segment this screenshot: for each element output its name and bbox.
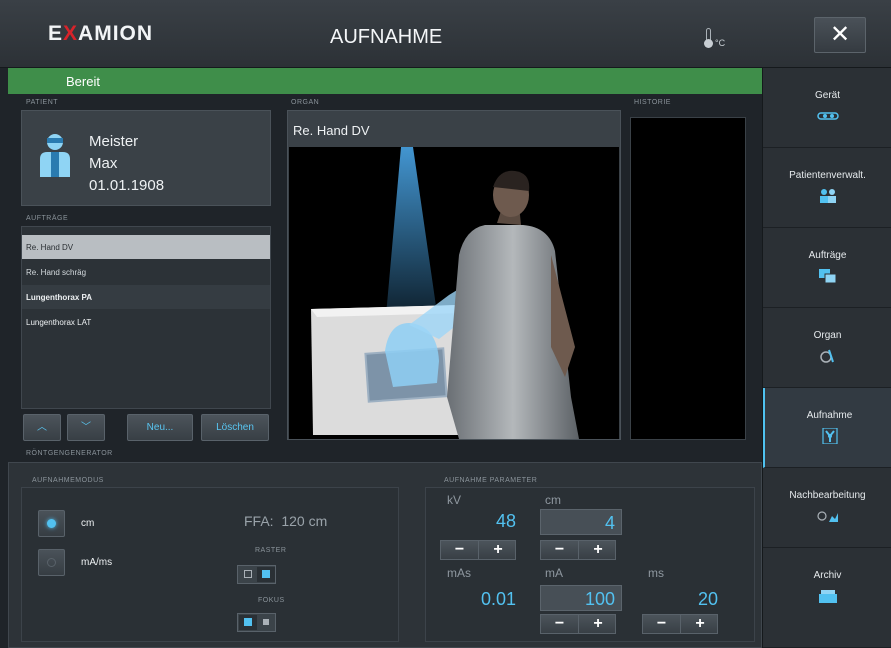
focus-large-option[interactable] xyxy=(239,615,257,630)
close-button[interactable]: ✕ xyxy=(814,17,866,53)
device-icon xyxy=(817,112,839,120)
sidebar-item-label: Patientenverwalt. xyxy=(789,170,866,181)
raster-off-option[interactable] xyxy=(239,567,257,582)
organ-positioning-image xyxy=(289,147,619,439)
delete-order-button[interactable]: Löschen xyxy=(201,414,269,441)
ms-decrease-button[interactable]: − xyxy=(643,615,681,633)
sidebar-item-device[interactable]: Gerät xyxy=(763,68,891,148)
ma-field[interactable]: 100 xyxy=(540,585,622,611)
ffa-readout: FFA: 120 cm xyxy=(244,513,327,529)
temperature-unit: °C xyxy=(715,38,726,48)
sidebar-item-acquisition[interactable]: Aufnahme xyxy=(763,388,891,468)
mode-cm-label: cm xyxy=(81,518,95,529)
orders-icon xyxy=(819,269,837,284)
radio-selected-dot xyxy=(47,519,56,528)
fokus-label: FOKUS xyxy=(258,597,285,604)
ma-decrease-button[interactable]: − xyxy=(541,615,579,633)
sidebar: Gerät Patientenverwalt. Aufträge Organ A… xyxy=(762,68,891,648)
patient-panel[interactable]: Meister Max 01.01.1908 xyxy=(21,110,271,206)
cm-label: cm xyxy=(545,493,561,507)
sidebar-item-label: Gerät xyxy=(814,90,840,101)
mode-mams-radio[interactable] xyxy=(38,549,65,576)
sidebar-item-label: Aufnahme xyxy=(806,410,853,421)
ma-value: 100 xyxy=(584,589,615,609)
status-bar: Bereit xyxy=(8,68,762,94)
raster-on-option[interactable] xyxy=(257,567,275,582)
sidebar-item-archive[interactable]: Archiv xyxy=(763,548,891,648)
sidebar-item-label: Nachbearbeitung xyxy=(789,490,866,501)
mas-label: mAs xyxy=(447,566,471,580)
archive-icon xyxy=(819,590,837,603)
top-bar: EXAMION AUFNAHME °C ✕ xyxy=(0,0,891,68)
ffa-label: FFA: xyxy=(244,513,274,529)
focus-small-option[interactable] xyxy=(257,615,275,630)
examion-logo: EXAMION xyxy=(48,22,154,45)
mode-mams-label: mA/ms xyxy=(81,557,113,568)
kv-label: kV xyxy=(447,493,462,507)
sidebar-item-postprocessing[interactable]: Nachbearbeitung xyxy=(763,468,891,548)
sidebar-item-label: Organ xyxy=(813,330,842,341)
ma-stepper: − + xyxy=(540,614,616,634)
order-item-hand-oblique[interactable]: Re. Hand schräg xyxy=(22,260,270,284)
radio-empty-dot xyxy=(47,558,56,567)
history-panel xyxy=(630,117,746,440)
order-item-hand-dv[interactable]: Re. Hand DV xyxy=(22,235,270,259)
move-up-button[interactable]: ︿ xyxy=(23,414,61,441)
patient-section-label: PATIENT xyxy=(26,99,59,106)
acquisition-mode-box xyxy=(21,487,399,642)
sidebar-item-label: Archiv xyxy=(813,570,842,581)
ma-increase-button[interactable]: + xyxy=(579,615,617,633)
sidebar-item-patient-management[interactable]: Patientenverwalt. xyxy=(763,148,891,228)
organ-panel: Re. Hand DV xyxy=(287,110,621,440)
radiation-icon xyxy=(822,428,838,444)
positioning-illustration xyxy=(311,147,579,439)
ms-label: ms xyxy=(648,566,664,580)
cm-decrease-button[interactable]: − xyxy=(541,541,579,559)
cm-increase-button[interactable]: + xyxy=(579,541,617,559)
kv-stepper: − + xyxy=(440,540,516,560)
kv-increase-button[interactable]: + xyxy=(479,541,517,559)
acquisition-mode-label: AUFNAHMEMODUS xyxy=(32,477,104,484)
patients-icon xyxy=(820,189,836,203)
order-item-thorax-lat[interactable]: Lungenthorax LAT xyxy=(22,310,270,334)
move-down-button[interactable]: ﹀ xyxy=(67,414,105,441)
history-section-label: HISTORIE xyxy=(634,99,671,106)
mas-value: 0.01 xyxy=(480,589,516,609)
ms-stepper: − + xyxy=(642,614,718,634)
kv-decrease-button[interactable]: − xyxy=(441,541,479,559)
postprocessing-icon xyxy=(817,511,838,522)
sidebar-item-organ[interactable]: Organ xyxy=(763,308,891,388)
patient-last-name: Meister xyxy=(89,133,139,150)
ms-increase-button[interactable]: + xyxy=(681,615,719,633)
focus-toggle[interactable] xyxy=(237,613,276,632)
params-label: AUFNAHME PARAMETER xyxy=(444,477,538,484)
organ-icon xyxy=(820,349,834,363)
patient-icon xyxy=(40,134,70,177)
patient-first-name: Max xyxy=(89,155,118,172)
generator-section-label: RÖNTGENGENERATOR xyxy=(26,450,113,457)
thermometer-icon: °C xyxy=(702,28,732,52)
ffa-value: 120 cm xyxy=(281,513,328,529)
cm-field[interactable]: 4 xyxy=(540,509,622,535)
mode-cm-radio[interactable] xyxy=(38,510,65,537)
organ-title: Re. Hand DV xyxy=(293,123,370,138)
order-item-thorax-pa[interactable]: Lungenthorax PA xyxy=(22,285,270,309)
ma-label: mA xyxy=(545,566,563,580)
new-order-button[interactable]: Neu... xyxy=(127,414,193,441)
organ-section-label: ORGAN xyxy=(291,99,320,106)
orders-section-label: AUFTRÄGE xyxy=(26,215,69,222)
cm-value: 4 xyxy=(604,513,615,533)
raster-label: RASTER xyxy=(255,547,287,554)
sidebar-item-label: Aufträge xyxy=(808,250,847,261)
sidebar-item-orders[interactable]: Aufträge xyxy=(763,228,891,308)
raster-toggle[interactable] xyxy=(237,565,276,584)
patient-birthdate: 01.01.1908 xyxy=(89,177,165,194)
cm-stepper: − + xyxy=(540,540,616,560)
ms-value: 20 xyxy=(697,589,718,609)
kv-value: 48 xyxy=(495,511,516,531)
page-title: AUFNAHME xyxy=(330,26,443,48)
orders-list: Re. Hand DV Re. Hand schräg Lungenthorax… xyxy=(21,226,271,409)
